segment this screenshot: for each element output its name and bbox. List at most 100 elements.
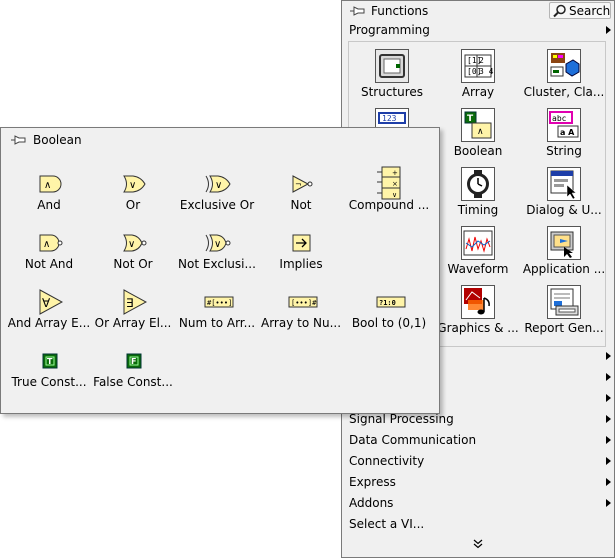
subpalette-item-express[interactable]: Express bbox=[349, 475, 396, 489]
palette-item-report-generation[interactable]: Report Gen... bbox=[521, 278, 607, 337]
svg-text:∀: ∀ bbox=[42, 296, 51, 310]
search-button[interactable]: Search bbox=[549, 2, 611, 19]
svg-text:T: T bbox=[47, 357, 53, 366]
palette-item-label: Exclusive Or bbox=[179, 198, 255, 212]
palette-item-or-array-elements[interactable]: ∃ Or Array El... bbox=[90, 274, 176, 332]
svg-text:+: + bbox=[392, 169, 398, 177]
palette-item-waveform[interactable]: Waveform bbox=[435, 219, 521, 278]
svg-text:2: 2 bbox=[479, 56, 484, 65]
palette-item-or[interactable]: ∨ Or bbox=[90, 156, 176, 214]
palette-item-label: Not bbox=[290, 198, 312, 212]
palette-item-label: Bool to (0,1) bbox=[351, 316, 427, 330]
palette-item-boolean[interactable]: T ∧ Boolean bbox=[435, 101, 521, 160]
palette-item-label: Or bbox=[125, 198, 141, 212]
palette-item-cluster[interactable]: Cluster, Cla... bbox=[521, 42, 607, 101]
not-exclusive-or-icon: ∨ bbox=[205, 230, 231, 256]
chevron-right-icon bbox=[606, 436, 611, 444]
palette-item-number-to-boolean-array[interactable]: #[•••] Num to Arr... bbox=[174, 274, 260, 332]
structures-icon bbox=[375, 49, 409, 83]
palette-item-compound-arithmetic[interactable]: + × ∨ Compound ... bbox=[346, 156, 432, 214]
palette-item-true-constant[interactable]: T True Const... bbox=[6, 333, 92, 391]
and-icon: ∧ bbox=[37, 171, 63, 197]
svg-text:3 4: 3 4 bbox=[479, 67, 494, 76]
pin-icon[interactable] bbox=[10, 133, 26, 147]
palette-item-string[interactable]: abc a A String bbox=[521, 101, 607, 160]
svg-text:¬: ¬ bbox=[295, 180, 302, 189]
chevron-right-icon bbox=[606, 394, 611, 402]
palette-item-and-array-elements[interactable]: ∀ And Array E... bbox=[6, 274, 92, 332]
palette-item-label: Structures bbox=[360, 85, 424, 99]
svg-text:×: × bbox=[392, 180, 398, 188]
chevron-double-down-icon[interactable] bbox=[473, 538, 483, 552]
not-icon: ¬ bbox=[289, 171, 315, 197]
palette-item-and[interactable]: ∧ And bbox=[6, 156, 92, 214]
chevron-right-icon bbox=[606, 478, 611, 486]
palette-item-label: Waveform bbox=[447, 262, 509, 276]
palette-item-false-constant[interactable]: F False Const... bbox=[90, 333, 176, 391]
palette-item-boolean-to-01[interactable]: ?1:0 Bool to (0,1) bbox=[346, 274, 432, 332]
pin-icon[interactable] bbox=[349, 4, 365, 18]
or-icon: ∨ bbox=[121, 171, 147, 197]
palette-item-label: Array bbox=[461, 85, 495, 99]
palette-title: Boolean bbox=[33, 133, 82, 147]
search-label: Search bbox=[569, 4, 611, 18]
string-icon: abc a A bbox=[547, 108, 581, 142]
boolean-palette: Boolean ∧ And ∨ Or ∨ Exclusive Or ¬ Not … bbox=[0, 127, 440, 414]
implies-icon bbox=[289, 230, 315, 256]
palette-item-exclusive-or[interactable]: ∨ Exclusive Or bbox=[174, 156, 260, 214]
timing-icon bbox=[461, 167, 495, 201]
subpalette-item-connectivity[interactable]: Connectivity bbox=[349, 454, 424, 468]
chevron-right-icon bbox=[606, 26, 611, 34]
not-and-icon: ∧ bbox=[37, 230, 63, 256]
chevron-right-icon bbox=[606, 457, 611, 465]
subpalette-item-data-communication[interactable]: Data Communication bbox=[349, 433, 476, 447]
palette-item-graphics-sound[interactable]: Graphics & ... bbox=[435, 278, 521, 337]
palette-item-label: Implies bbox=[279, 257, 323, 271]
palette-item-label: And bbox=[37, 198, 61, 212]
svg-text:F: F bbox=[131, 357, 136, 366]
palette-item-structures[interactable]: Structures bbox=[349, 42, 435, 101]
palette-item-not-exclusive-or[interactable]: ∨ Not Exclusi... bbox=[174, 215, 260, 273]
boolean-array-to-number-icon: [•••]# bbox=[288, 289, 318, 315]
svg-text:∧: ∧ bbox=[477, 127, 484, 137]
palette-item-array[interactable]: [1] 2 [0] 3 4 Array bbox=[435, 42, 521, 101]
category-programming[interactable]: Programming bbox=[349, 23, 430, 37]
svg-text:∧: ∧ bbox=[43, 239, 50, 250]
palette-item-label: String bbox=[546, 144, 582, 158]
not-or-icon: ∨ bbox=[121, 230, 147, 256]
palette-item-label: Cluster, Cla... bbox=[523, 85, 605, 99]
palette-item-label: And Array E... bbox=[7, 316, 91, 330]
exclusive-or-icon: ∨ bbox=[205, 171, 231, 197]
palette-item-label: Boolean bbox=[453, 144, 503, 158]
svg-text:∨: ∨ bbox=[128, 239, 135, 250]
functions-titlebar[interactable]: Functions Search bbox=[342, 1, 614, 21]
svg-text:∃: ∃ bbox=[126, 296, 134, 310]
palette-item-label: Compound ... bbox=[348, 198, 430, 212]
palette-item-not[interactable]: ¬ Not bbox=[258, 156, 344, 214]
svg-text:[•••]#: [•••]# bbox=[291, 299, 317, 307]
palette-item-dialog[interactable]: Dialog & U... bbox=[521, 160, 607, 219]
compound-arithmetic-icon: + × ∨ bbox=[377, 166, 403, 200]
dialog-icon bbox=[547, 167, 581, 201]
cluster-icon bbox=[547, 49, 581, 83]
palette-item-label: Application ... bbox=[522, 262, 606, 276]
false-constant-icon: F bbox=[121, 348, 147, 374]
palette-item-application-control[interactable]: Application ... bbox=[521, 219, 607, 278]
subpalette-item-addons[interactable]: Addons bbox=[349, 496, 393, 510]
palette-item-label: Num to Arr... bbox=[178, 316, 256, 330]
subpalette-item-select-a-vi[interactable]: Select a VI... bbox=[349, 517, 424, 531]
palette-item-not-and[interactable]: ∧ Not And bbox=[6, 215, 92, 273]
palette-item-label: Timing bbox=[457, 203, 499, 217]
application-control-icon bbox=[547, 226, 581, 260]
palette-item-label: False Const... bbox=[93, 375, 173, 389]
palette-item-label: Array to Nu... bbox=[260, 316, 342, 330]
boolean-to-01-icon: ?1:0 bbox=[376, 289, 406, 315]
palette-item-implies[interactable]: Implies bbox=[258, 215, 344, 273]
svg-text:#[•••]: #[•••] bbox=[207, 299, 232, 307]
palette-item-timing[interactable]: Timing bbox=[435, 160, 521, 219]
palette-item-boolean-array-to-number[interactable]: [•••]# Array to Nu... bbox=[258, 274, 344, 332]
palette-item-not-or[interactable]: ∨ Not Or bbox=[90, 215, 176, 273]
palette-item-label: Dialog & U... bbox=[526, 203, 602, 217]
subpalette-item-signal-processing[interactable]: Signal Processing bbox=[349, 412, 454, 426]
svg-text:123: 123 bbox=[382, 114, 397, 123]
